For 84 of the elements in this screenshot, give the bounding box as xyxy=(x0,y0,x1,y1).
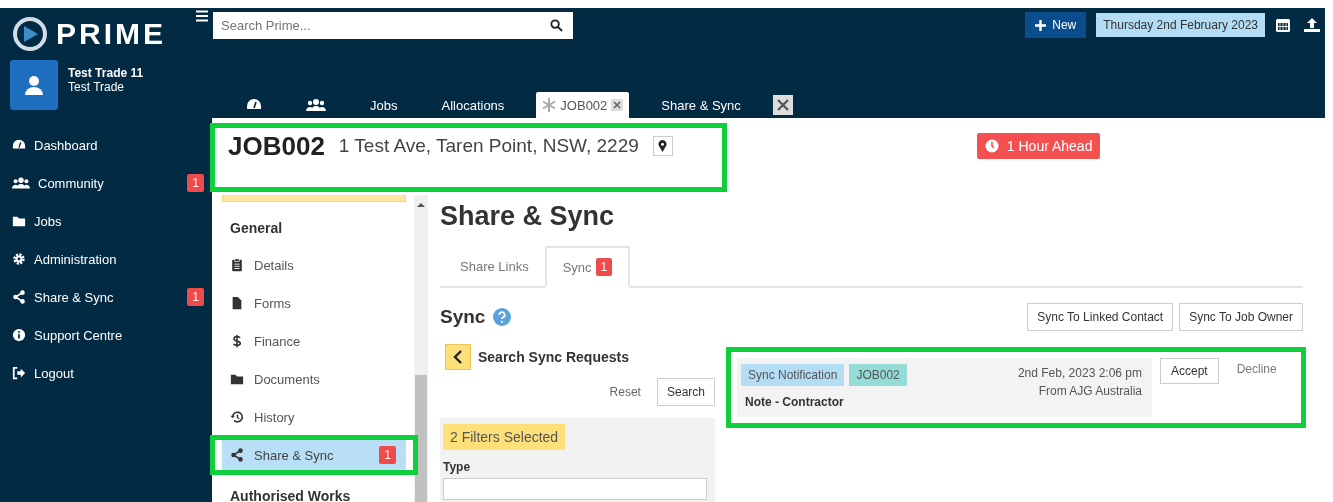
tab[interactable]: JOB002 xyxy=(536,92,630,118)
user-name: Test Trade 11 xyxy=(68,66,144,80)
section-nav-item[interactable]: Finance xyxy=(214,322,414,360)
tag: JOB002 xyxy=(849,364,907,386)
people-icon xyxy=(306,97,326,113)
share-icon xyxy=(230,448,244,462)
share-icon xyxy=(12,290,26,304)
arrow-up-icon[interactable] xyxy=(417,201,425,209)
request-date: 2nd Feb, 2023 2:06 pm xyxy=(1017,365,1142,382)
page-title: Share & Sync xyxy=(440,201,616,232)
new-button[interactable]: New xyxy=(1025,12,1087,38)
decline-button[interactable]: Decline xyxy=(1226,358,1287,380)
sidebar-item[interactable]: Jobs xyxy=(0,202,212,240)
accept-button[interactable]: Accept xyxy=(1160,358,1219,384)
sidebar-item[interactable]: Share & Sync 1 xyxy=(0,278,212,316)
section-title: Sync xyxy=(440,306,486,328)
avatar[interactable] xyxy=(10,60,58,110)
sidebar-item[interactable]: Support Centre xyxy=(0,316,212,354)
sync-button[interactable]: Sync To Job Owner xyxy=(1179,303,1303,331)
gear-icon xyxy=(12,252,26,266)
menu-icon[interactable] xyxy=(196,10,208,22)
close-icon[interactable] xyxy=(613,101,622,109)
count-badge: 1 xyxy=(595,258,613,276)
user-role: Test Trade xyxy=(68,80,126,94)
sync-button[interactable]: Sync To Linked Contact xyxy=(1027,303,1174,331)
map-pin-button[interactable] xyxy=(652,136,673,156)
sidebar-item[interactable]: Administration xyxy=(0,240,212,278)
search-field[interactable]: Search Prime... xyxy=(213,11,573,39)
close-icon xyxy=(776,99,789,111)
search-icon[interactable] xyxy=(550,18,563,32)
map-pin-icon xyxy=(658,140,668,152)
sidebar-item[interactable]: Logout xyxy=(0,354,212,392)
dashboard-icon xyxy=(12,138,26,152)
count-badge: 1 xyxy=(187,288,204,306)
request-sender: From AJG Australia xyxy=(1037,383,1142,400)
date-display: Thursday 2nd February 2023 xyxy=(1096,13,1265,37)
clipboard-icon xyxy=(230,258,244,272)
logo-icon xyxy=(12,16,48,52)
tab[interactable]: Jobs xyxy=(348,92,420,118)
help-icon[interactable] xyxy=(493,308,512,326)
asterisk-icon xyxy=(542,98,557,112)
section-nav-item[interactable]: Documents xyxy=(214,360,414,398)
tag: Sync Notification xyxy=(741,364,845,386)
job-number: JOB002 xyxy=(228,130,325,162)
plus-icon xyxy=(1035,19,1047,31)
folder-icon xyxy=(12,214,26,228)
tab[interactable]: Share & Sync xyxy=(639,92,763,118)
logo-text: PRIME xyxy=(56,17,166,51)
section-nav-item[interactable]: History xyxy=(214,398,414,436)
section-nav-item[interactable]: Details xyxy=(214,246,414,284)
section-nav-item[interactable]: Share & Sync 1 xyxy=(222,440,406,470)
history-icon xyxy=(230,410,244,424)
count-badge: 1 xyxy=(379,446,396,464)
dollar-icon xyxy=(230,334,244,348)
job-address: 1 Test Ave, Taren Point, NSW, 2229 xyxy=(338,135,639,157)
scrollbar[interactable] xyxy=(414,195,428,502)
close-button[interactable] xyxy=(772,95,793,115)
info-icon xyxy=(12,328,26,342)
section-heading: Authorised Works xyxy=(229,487,352,502)
chevron-left-icon xyxy=(453,350,463,364)
tab[interactable]: Allocations xyxy=(419,92,527,118)
sidebar-item[interactable]: Community 1 xyxy=(0,164,212,202)
tab[interactable]: Sync 1 xyxy=(544,246,631,288)
sidebar-item[interactable]: Dashboard xyxy=(0,126,212,164)
folder-icon xyxy=(230,372,244,386)
calendar-icon[interactable] xyxy=(1275,17,1291,33)
filter-title: Search Sync Requests xyxy=(478,349,629,365)
filter-count: 2 Filters Selected xyxy=(443,424,566,450)
reset-button[interactable]: Reset xyxy=(603,384,647,400)
people-icon xyxy=(12,176,30,190)
count-badge: 1 xyxy=(187,174,204,192)
section-nav-item[interactable]: Forms xyxy=(214,284,414,322)
search-button[interactable]: Search xyxy=(656,378,715,406)
file-icon xyxy=(230,296,244,310)
tab[interactable]: Share Links xyxy=(444,246,545,286)
time-offset-badge: 1 Hour Ahead xyxy=(976,133,1101,159)
back-button[interactable] xyxy=(445,344,471,370)
field-label: Type xyxy=(443,460,472,474)
upload-icon[interactable] xyxy=(1303,17,1321,33)
clock-icon xyxy=(984,139,999,153)
person-icon xyxy=(25,75,43,95)
request-title: Note - Contractor xyxy=(744,395,845,409)
section-heading: General xyxy=(229,219,284,238)
logout-icon xyxy=(12,366,26,380)
